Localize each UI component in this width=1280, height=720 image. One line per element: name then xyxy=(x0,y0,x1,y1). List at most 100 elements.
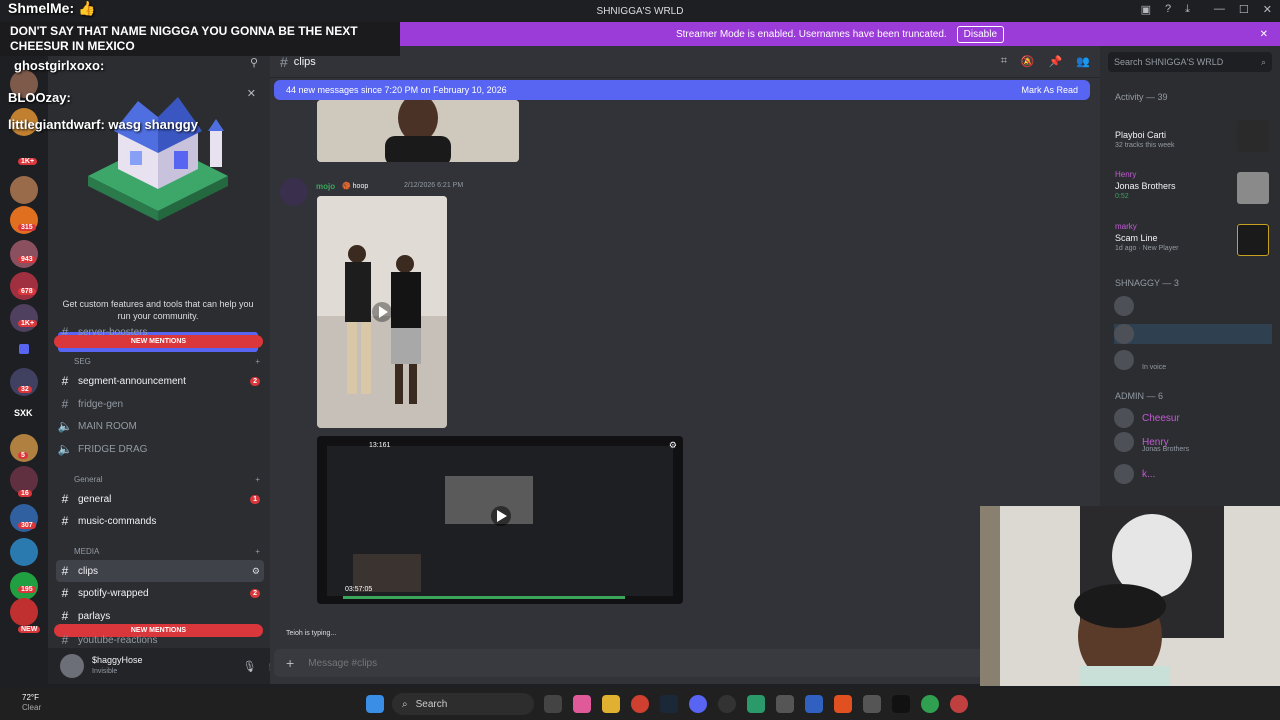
maximize-button[interactable]: ☐ xyxy=(1239,3,1249,16)
copilot-icon[interactable] xyxy=(573,695,591,713)
hash-icon: # xyxy=(61,564,69,578)
channel-clips[interactable]: # clips ⚙ xyxy=(56,560,264,582)
server-icon[interactable] xyxy=(10,176,38,204)
start-icon[interactable] xyxy=(366,695,384,713)
member-row[interactable] xyxy=(1114,324,1272,344)
discord-icon[interactable] xyxy=(689,695,707,713)
member-row[interactable]: In voice xyxy=(1114,350,1272,371)
category-general[interactable]: General + xyxy=(74,475,260,484)
obs-icon[interactable] xyxy=(718,695,736,713)
chrome-icon[interactable] xyxy=(950,695,968,713)
search-input[interactable]: Search SHNIGGA'S WRLD xyxy=(1114,57,1223,67)
avatar[interactable] xyxy=(60,654,84,678)
chrome-icon[interactable] xyxy=(921,695,939,713)
minimize-button[interactable]: — xyxy=(1214,3,1225,16)
server-search[interactable]: Search SHNIGGA'S WRLD ⌕ xyxy=(1108,52,1272,72)
server-icon[interactable] xyxy=(10,272,38,300)
channel-spotify-wrapped[interactable]: # spotify-wrapped 2 xyxy=(56,582,264,604)
video-attachment[interactable]: 13:161 03:57:05 ⚙ xyxy=(317,436,683,604)
category-seg[interactable]: SEG + xyxy=(74,357,260,366)
message-author[interactable]: mojo xyxy=(316,182,335,191)
mark-as-read-button[interactable]: Mark As Read xyxy=(1021,85,1078,95)
video-attachment[interactable] xyxy=(317,196,447,428)
activity-card[interactable]: Playboi Carti 32 tracks this week xyxy=(1115,118,1273,164)
close-window-button[interactable]: ✕ xyxy=(1263,3,1272,16)
video-time: 03:57:05 xyxy=(345,586,373,593)
search-icon: ⌕ xyxy=(402,698,408,710)
album-art xyxy=(1237,120,1269,152)
webcam-overlay xyxy=(980,506,1280,686)
voice-channel-fridge-drag[interactable]: 🔈 FRIDGE DRAG xyxy=(56,438,264,460)
channel-music-commands[interactable]: # music-commands xyxy=(56,510,264,532)
app-icon[interactable] xyxy=(863,695,881,713)
channel-general[interactable]: # general 1 xyxy=(56,488,264,510)
channel-label: FRIDGE DRAG xyxy=(78,443,148,455)
mute-bell-icon[interactable]: 🔕 xyxy=(1021,55,1035,68)
weather-widget[interactable]: 72°F Clear xyxy=(22,693,41,713)
message-input[interactable] xyxy=(308,657,909,669)
disable-button[interactable]: Disable xyxy=(956,25,1005,43)
game-logo xyxy=(1237,224,1269,256)
activity-header[interactable]: Activity — 39 xyxy=(1115,92,1168,102)
microphone-icon[interactable]: 🎙 xyxy=(242,660,256,673)
help-icon[interactable]: ? xyxy=(1165,3,1171,16)
chat-highlight-banner: DON'T SAY THAT NAME NIGGGA YOU GONNA BE … xyxy=(0,22,400,56)
app-icon[interactable] xyxy=(776,695,794,713)
pin-icon[interactable]: 📌 xyxy=(1049,55,1063,68)
steam-icon[interactable] xyxy=(660,695,678,713)
voice-channel-main-room[interactable]: 🔈 MAIN ROOM xyxy=(56,415,264,437)
title-tools: ▣ ? ⤓ xyxy=(1141,3,1190,16)
fullscreen-icon[interactable]: ⚙ xyxy=(669,440,677,451)
file-explorer-icon[interactable] xyxy=(602,695,620,713)
add-attachment-icon[interactable]: + xyxy=(286,655,294,671)
channel-fridge-gen[interactable]: # fridge-gen xyxy=(56,393,264,415)
channel-sidebar: ⚲ ✕ Get custom features and tools that c… xyxy=(48,46,318,684)
app-icon[interactable] xyxy=(805,695,823,713)
server-icon[interactable] xyxy=(10,598,38,626)
brave-icon[interactable] xyxy=(834,695,852,713)
user-status: Invisible xyxy=(92,668,118,675)
channel-settings-icon[interactable]: ⚙ xyxy=(252,566,260,577)
channel-label: general xyxy=(78,493,112,505)
taskbar-search-label: Search xyxy=(415,698,448,710)
channel-segment-announcement[interactable]: # segment-announcement 2 xyxy=(56,370,264,392)
mention-badge: 678 xyxy=(18,288,36,295)
download-icon[interactable]: ⤓ xyxy=(1185,3,1190,16)
member-list-icon[interactable]: 👥 xyxy=(1076,55,1090,68)
app-icon[interactable] xyxy=(747,695,765,713)
member-row[interactable]: k... xyxy=(1114,464,1272,484)
server-icon[interactable] xyxy=(10,240,38,268)
category-media[interactable]: MEDIA + xyxy=(74,547,260,556)
activity-card[interactable]: marky Scam Line 1d ago · New Player xyxy=(1115,222,1273,268)
folder-icon[interactable] xyxy=(19,344,29,354)
mention-badge: 307 xyxy=(18,522,36,529)
add-channel-icon[interactable]: + xyxy=(255,547,260,556)
member-row[interactable]: Henry Jonas Brothers xyxy=(1114,432,1272,453)
activity-card[interactable]: Henry Jonas Brothers 0:52 xyxy=(1115,170,1273,216)
mention-badge: 16 xyxy=(18,490,32,497)
new-mentions-pill[interactable]: NEW MENTIONS xyxy=(54,335,263,348)
avatar xyxy=(1114,408,1134,428)
add-channel-icon[interactable]: + xyxy=(255,475,260,484)
avatar[interactable] xyxy=(280,178,308,206)
mention-badge: 1 xyxy=(250,494,260,504)
close-icon[interactable]: ✕ xyxy=(1260,29,1268,40)
streamer-mode-text: Streamer Mode is enabled. Usernames have… xyxy=(675,28,947,40)
screen-icon[interactable]: ▣ xyxy=(1141,3,1151,16)
mention-badge: 2 xyxy=(250,376,260,386)
member-row[interactable]: Cheesur xyxy=(1114,408,1272,428)
speaker-icon: 🔈 xyxy=(57,419,73,433)
chrome-icon[interactable] xyxy=(631,695,649,713)
threads-icon[interactable]: ⌗ xyxy=(1001,55,1007,68)
server-icon[interactable] xyxy=(10,304,38,332)
add-channel-icon[interactable]: + xyxy=(255,357,260,366)
chat-line: BLOOzay: xyxy=(8,90,71,105)
app-icon[interactable] xyxy=(892,695,910,713)
taskbar-search[interactable]: ⌕ Search xyxy=(392,693,534,715)
channel-youtube-reactions[interactable]: # youtube-reactions xyxy=(56,633,264,647)
server-label-sxk[interactable]: SXK xyxy=(14,408,33,418)
task-view-icon[interactable] xyxy=(544,695,562,713)
member-row[interactable] xyxy=(1114,296,1272,316)
channel-label: segment-announcement xyxy=(78,375,186,387)
server-icon[interactable] xyxy=(10,538,38,566)
